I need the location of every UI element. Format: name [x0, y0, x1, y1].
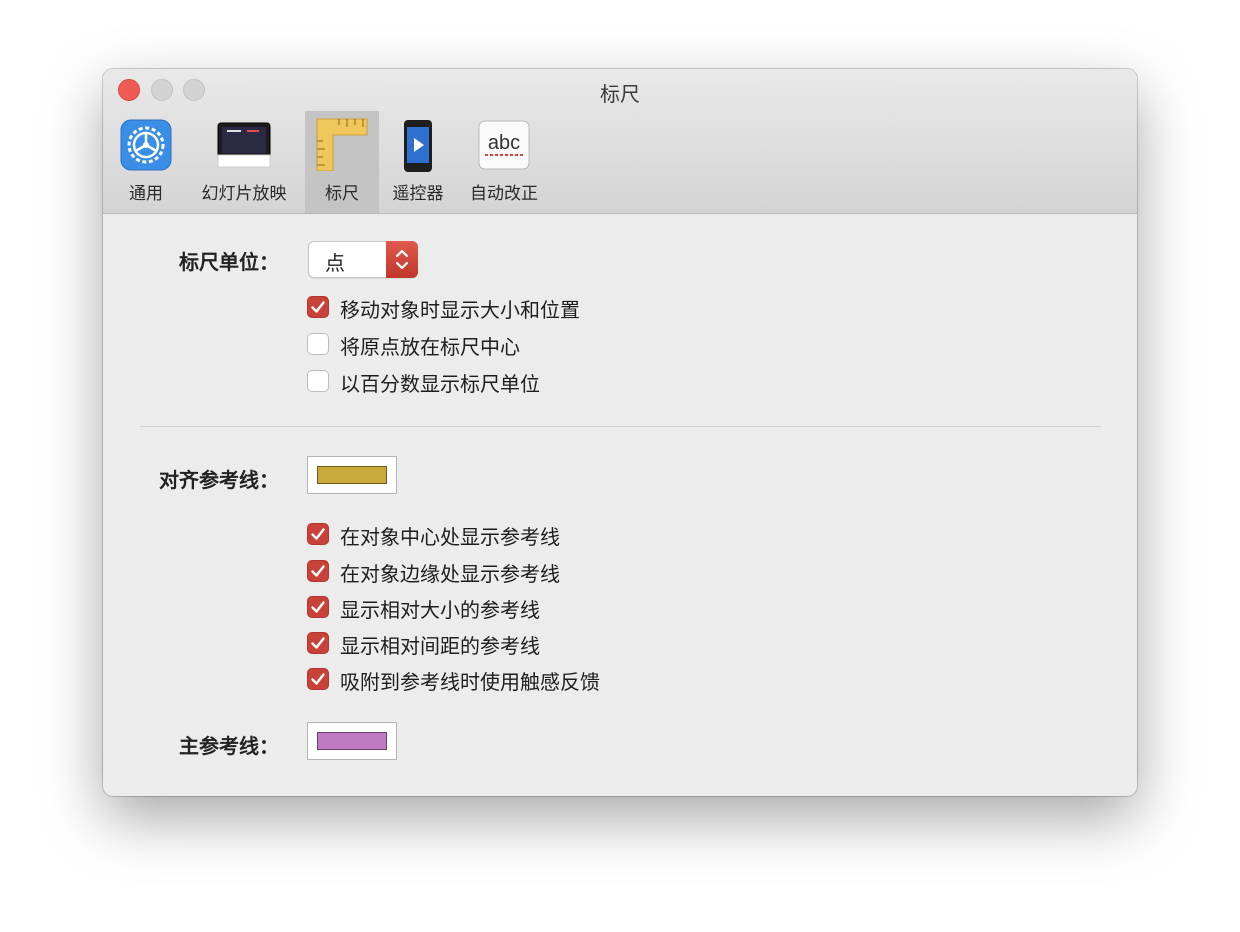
tab-label: 通用 [129, 184, 163, 204]
window-title: 标尺 [600, 82, 640, 106]
ruler-units-label: 标尺单位： [179, 250, 279, 274]
checkbox-unchecked[interactable] [307, 333, 329, 355]
tab-autocorrect[interactable]: abc 自动改正 [459, 111, 549, 213]
ruler-units-popup[interactable]: 点 [308, 241, 418, 278]
slideshow-icon [217, 119, 271, 175]
checkbox-checked[interactable] [307, 560, 329, 582]
section-divider [140, 426, 1101, 427]
checkbox-label: 将原点放在标尺中心 [340, 335, 520, 359]
checkbox-label: 显示相对大小的参考线 [340, 598, 540, 622]
checkbox-label: 显示相对间距的参考线 [340, 634, 540, 658]
master-guide-color-well[interactable] [307, 722, 397, 760]
tab-label: 遥控器 [392, 184, 444, 204]
tab-slideshow[interactable]: 幻灯片放映 [189, 111, 299, 213]
toolbar: 标尺 通用 幻灯片放映 标尺 遥控器 abc 自动改正 [103, 69, 1137, 214]
checkbox-label: 移动对象时显示大小和位置 [340, 298, 580, 322]
checkbox-label: 以百分数显示标尺单位 [340, 372, 540, 396]
gear-icon [120, 119, 172, 175]
checkbox-checked[interactable] [307, 296, 329, 318]
master-guide-color-swatch [317, 732, 387, 750]
ruler-units-value: 点 [325, 251, 345, 275]
checkbox-unchecked[interactable] [307, 370, 329, 392]
tab-general[interactable]: 通用 [113, 111, 179, 213]
ruler-icon [315, 117, 369, 175]
remote-icon [403, 119, 433, 177]
alignment-guide-color-well[interactable] [307, 456, 397, 494]
alignment-guide-color-swatch [317, 466, 387, 484]
tab-label: 幻灯片放映 [201, 184, 287, 204]
tab-remotes[interactable]: 遥控器 [383, 111, 453, 213]
checkbox-label: 在对象边缘处显示参考线 [340, 562, 560, 586]
checkbox-checked[interactable] [307, 523, 329, 545]
tab-label: 标尺 [325, 184, 359, 204]
tab-label: 自动改正 [470, 184, 538, 204]
abc-spellcheck-icon: abc [478, 119, 530, 175]
master-guides-label: 主参考线： [179, 734, 279, 758]
rulers-pane: 标尺单位： 点 移动对象时显示大小和位置 将原点放在标尺中心 以百分数显示标尺单… [103, 214, 1137, 796]
checkbox-checked[interactable] [307, 632, 329, 654]
checkbox-label: 吸附到参考线时使用触感反馈 [340, 670, 600, 694]
checkbox-label: 在对象中心处显示参考线 [340, 525, 560, 549]
checkbox-checked[interactable] [307, 596, 329, 618]
chevron-up-down-icon [386, 241, 418, 278]
tab-rulers[interactable]: 标尺 [305, 111, 379, 213]
abc-icon-text: abc [488, 132, 520, 154]
alignment-guides-label: 对齐参考线： [159, 468, 279, 492]
preferences-window: 标尺 通用 幻灯片放映 标尺 遥控器 abc 自动改正 标尺单位： 点 移动对象… [103, 69, 1137, 796]
checkbox-checked[interactable] [307, 668, 329, 690]
